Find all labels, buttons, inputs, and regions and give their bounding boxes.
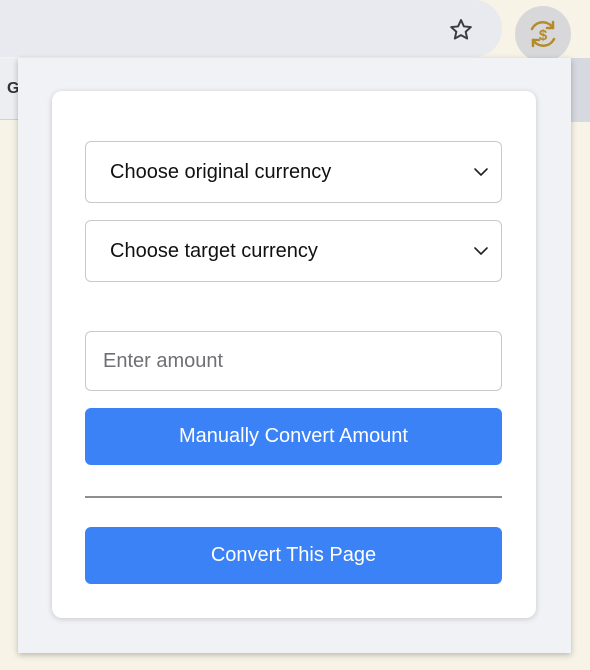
svg-text:$: $	[539, 27, 548, 44]
page: $ G Choose original currency Choose targ…	[0, 0, 590, 670]
extension-popup: Choose original currency Choose target c…	[18, 58, 571, 653]
target-currency-label: Choose target currency	[110, 239, 318, 262]
currency-extension-button[interactable]: $	[515, 6, 571, 62]
original-currency-select[interactable]: Choose original currency	[85, 141, 502, 203]
original-currency-label: Choose original currency	[110, 160, 332, 183]
target-currency-select[interactable]: Choose target currency	[85, 220, 502, 282]
section-divider	[85, 496, 502, 498]
manual-convert-button[interactable]: Manually Convert Amount	[85, 408, 502, 465]
chevron-down-icon	[474, 247, 488, 255]
currency-exchange-icon: $	[530, 20, 556, 48]
address-bar[interactable]	[0, 0, 502, 57]
chevron-down-icon	[474, 168, 488, 176]
bookmark-star-button[interactable]	[443, 12, 479, 48]
convert-page-button[interactable]: Convert This Page	[85, 527, 502, 584]
star-outline-icon	[450, 19, 472, 40]
background-page-edge	[571, 58, 590, 122]
amount-input[interactable]	[85, 331, 502, 391]
converter-card: Choose original currency Choose target c…	[52, 91, 536, 618]
